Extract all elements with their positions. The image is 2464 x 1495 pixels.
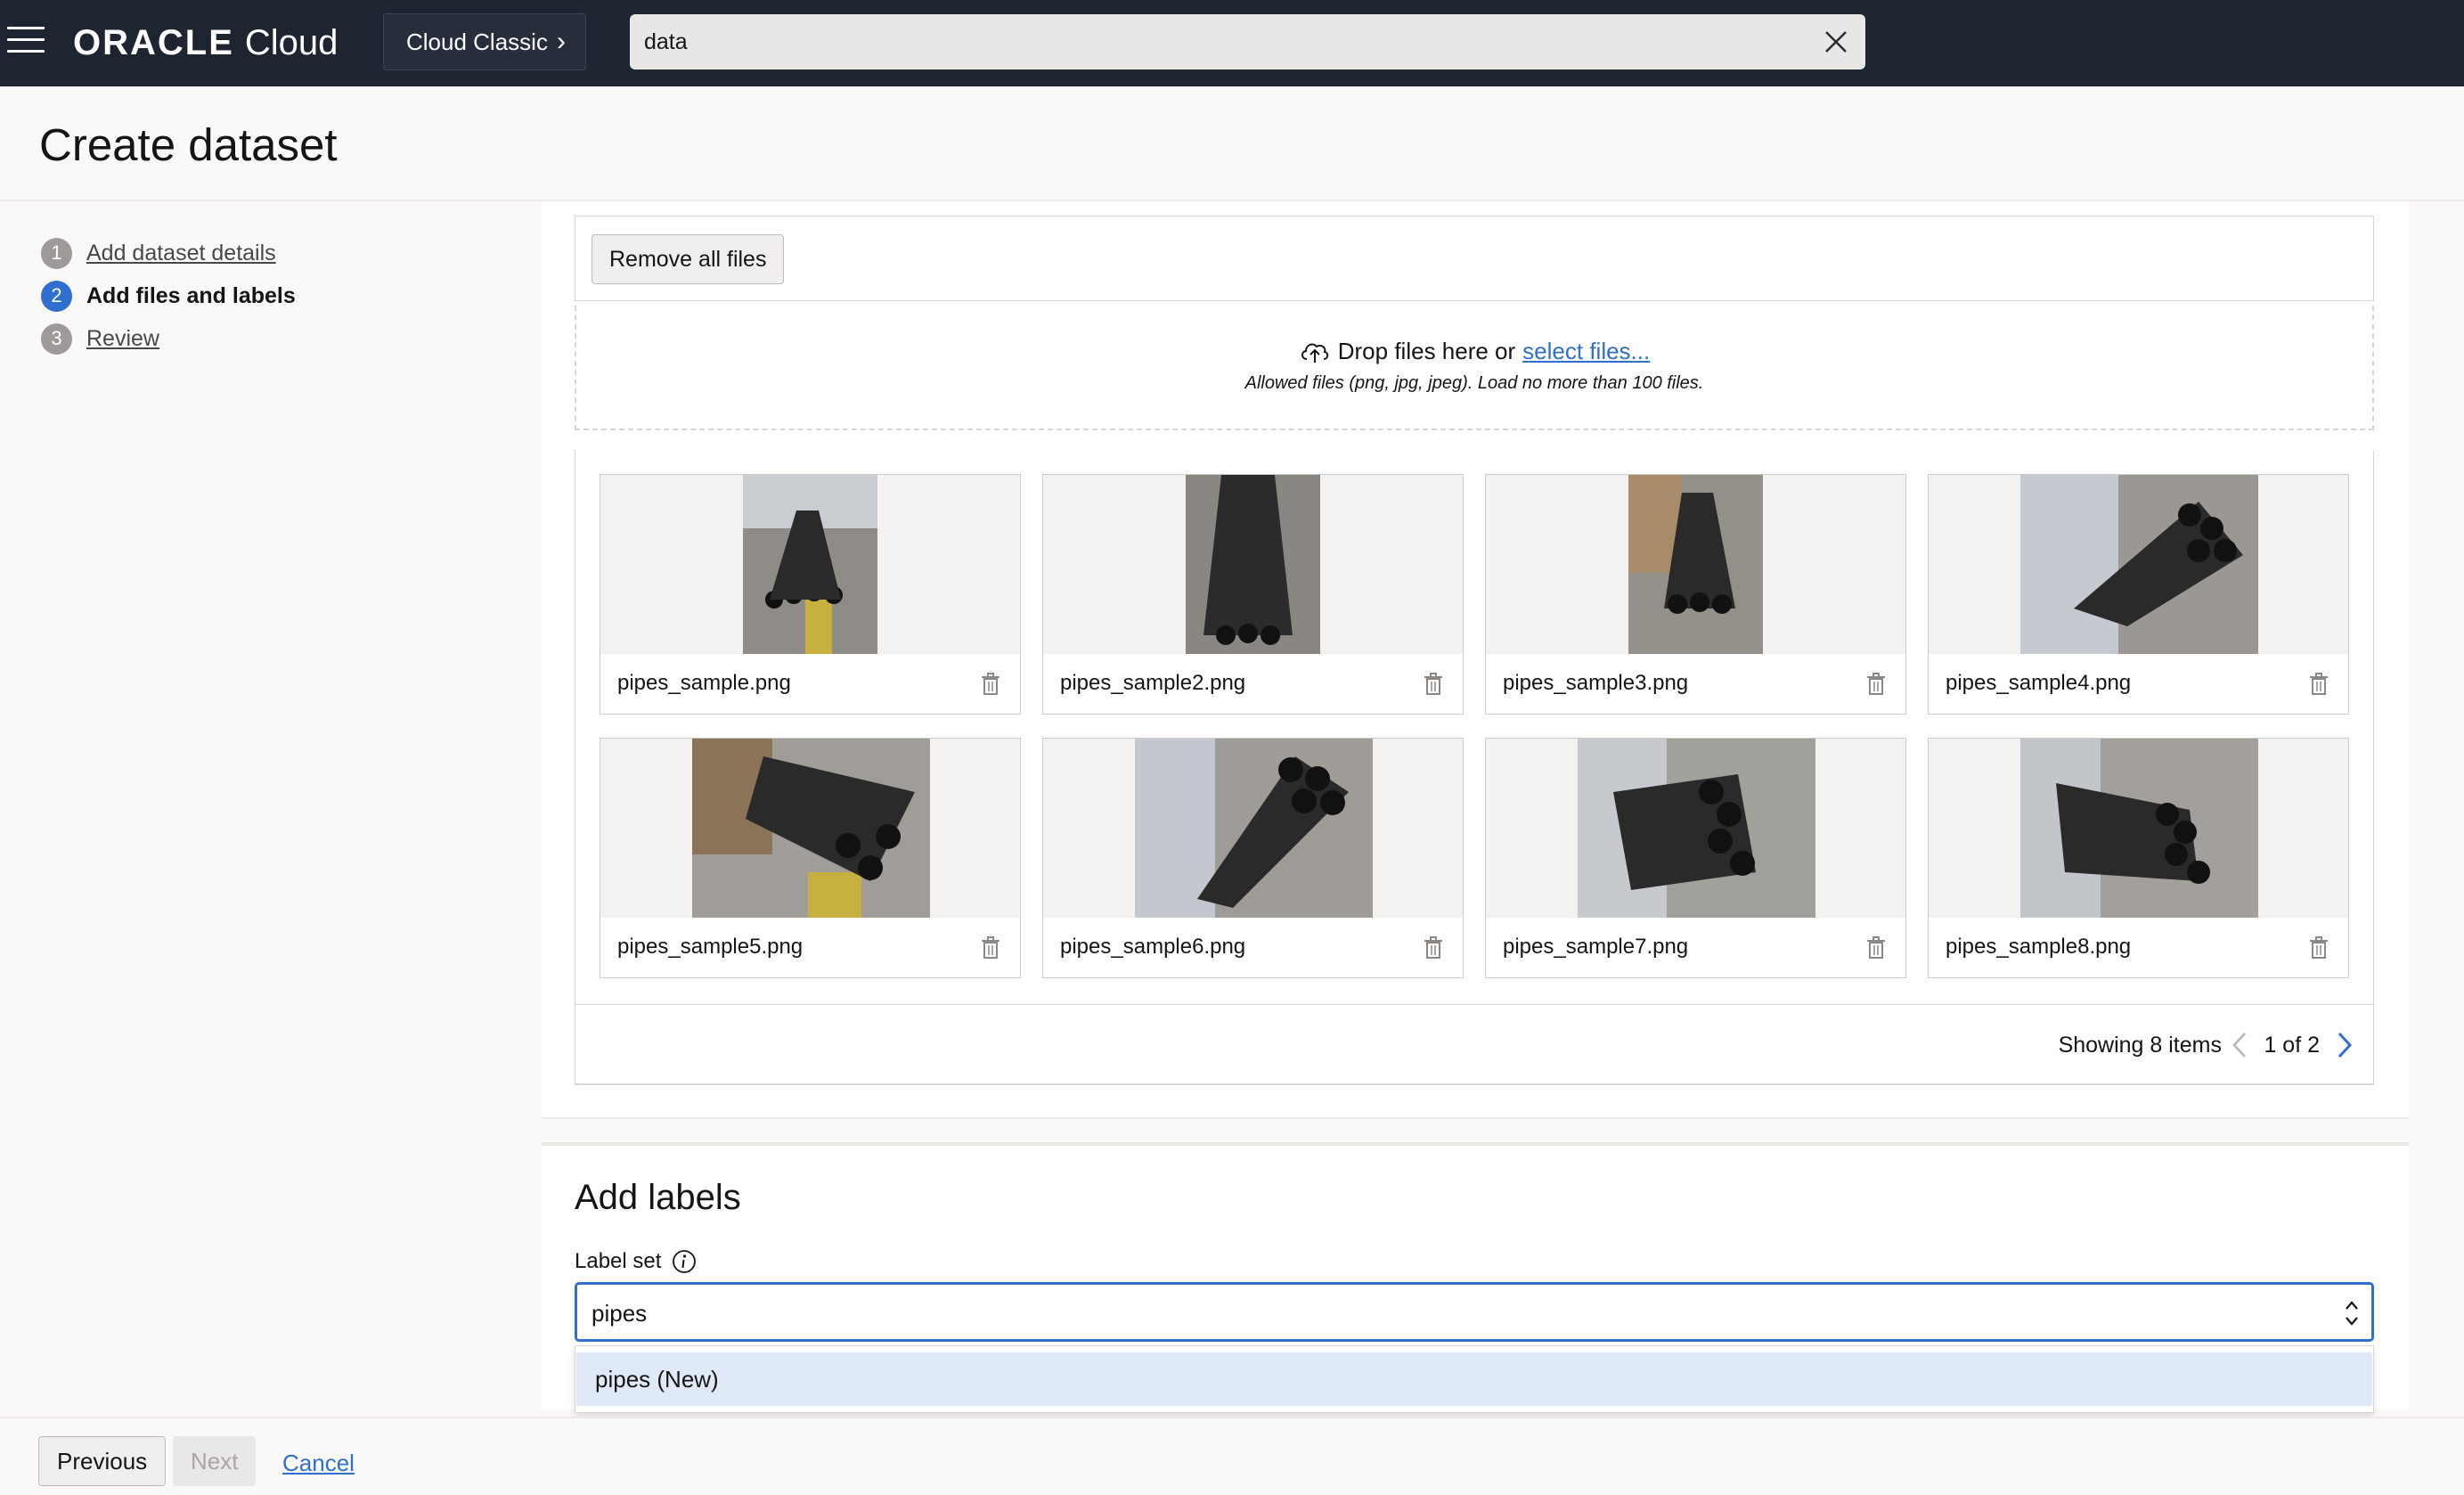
next-button[interactable]: Next (173, 1436, 257, 1486)
dropzone-text: Drop files here or select files... (576, 338, 2372, 365)
thumbnail-area (1043, 739, 1463, 918)
search-box (630, 14, 1865, 69)
pipes-thumbnail (1135, 739, 1373, 918)
pipes-thumbnail (1578, 739, 1815, 918)
pipes-thumbnail (1186, 475, 1320, 654)
file-tile[interactable]: pipes_sample5.png (600, 738, 1021, 978)
previous-button[interactable]: Previous (38, 1436, 167, 1486)
step-number: 3 (41, 323, 72, 355)
thumbnail-area (1486, 475, 1905, 654)
pipes-thumbnail (1628, 475, 1763, 654)
trash-icon[interactable] (2309, 673, 2329, 696)
step-number: 2 (41, 280, 72, 312)
pipes-thumbnail (2020, 739, 2258, 918)
pipes-thumbnail (692, 739, 930, 918)
file-name: pipes_sample5.png (617, 935, 804, 959)
step-review[interactable]: 3 Review (41, 317, 296, 360)
page-header: Create dataset (0, 86, 2464, 201)
search-input[interactable] (644, 21, 1802, 62)
thumbnail-area (1929, 475, 2348, 654)
thumbnail-area (1043, 475, 1463, 654)
allowed-files-text: Allowed files (png, jpg, jpeg). Load no … (1244, 373, 1704, 393)
file-dropzone[interactable]: Drop files here or select files... Allow… (575, 306, 2374, 430)
file-tile[interactable]: pipes_sample6.png (1042, 738, 1464, 978)
file-name: pipes_sample.png (617, 671, 791, 695)
top-bar: ORACLE Cloud Cloud Classic › (0, 0, 2464, 86)
cloud-upload-icon (1301, 343, 1328, 363)
chevron-right-icon[interactable] (2336, 1030, 2354, 1060)
file-name: pipes_sample6.png (1060, 935, 1246, 959)
cloud-classic-button[interactable]: Cloud Classic › (383, 13, 586, 70)
file-tile[interactable]: pipes_sample2.png (1042, 474, 1464, 715)
pipes-thumbnail (743, 475, 877, 654)
cloud-classic-label: Cloud Classic (406, 28, 548, 55)
file-tile[interactable]: pipes_sample.png (600, 474, 1021, 715)
step-add-files-and-labels: 2 Add files and labels (41, 274, 296, 317)
file-tile[interactable]: pipes_sample7.png (1485, 738, 1906, 978)
clear-search-icon[interactable] (1821, 27, 1851, 57)
hamburger-menu-icon[interactable] (7, 27, 45, 57)
trash-icon[interactable] (1866, 936, 1886, 960)
remove-all-files-button[interactable]: Remove all files (592, 234, 785, 284)
label-set-combobox (575, 1282, 2374, 1342)
step-label[interactable]: Add dataset details (86, 241, 276, 266)
file-name: pipes_sample8.png (1946, 935, 2132, 959)
trash-icon[interactable] (1424, 673, 1443, 696)
trash-icon[interactable] (1424, 936, 1443, 960)
wizard-footer: Previous Next Cancel (0, 1417, 2464, 1495)
files-toolbar: Remove all files (575, 216, 2374, 301)
cancel-link[interactable]: Cancel (282, 1450, 355, 1477)
trash-icon[interactable] (981, 673, 1000, 696)
thumbnail-area (600, 475, 1020, 654)
file-tile[interactable]: pipes_sample3.png (1485, 474, 1906, 715)
trash-icon[interactable] (1866, 673, 1886, 696)
thumbnail-area (1929, 739, 2348, 918)
file-name: pipes_sample4.png (1946, 671, 2132, 695)
drop-files-text: Drop files here or (1337, 338, 1516, 364)
chevron-right-icon: › (556, 27, 566, 56)
step-number: 1 (41, 237, 72, 269)
page-indicator: 1 of 2 (2264, 1033, 2320, 1058)
file-name: pipes_sample2.png (1060, 671, 1246, 695)
trash-icon[interactable] (2309, 936, 2329, 960)
page-title: Create dataset (39, 119, 338, 170)
label-set-input[interactable] (592, 1295, 2284, 1331)
info-icon[interactable] (672, 1249, 697, 1274)
wizard-steps: 1 Add dataset details 2 Add files and la… (41, 232, 296, 360)
step-add-dataset-details[interactable]: 1 Add dataset details (41, 232, 296, 274)
trash-icon[interactable] (981, 936, 1000, 960)
showing-items-text: Showing 8 items (2058, 1033, 2222, 1058)
select-files-link[interactable]: select files... (1522, 338, 1650, 365)
label-set-dropdown: pipes (New) (575, 1345, 2374, 1413)
label-set-text: Label set (575, 1249, 662, 1273)
oracle-cloud-logo[interactable]: ORACLE Cloud (73, 20, 338, 66)
brand-oracle: ORACLE (73, 22, 234, 62)
step-label[interactable]: Review (86, 326, 159, 352)
updown-chevron-icon[interactable] (2343, 1297, 2361, 1329)
dropdown-option[interactable]: pipes (New) (576, 1352, 2372, 1406)
label-set-label: Label set (575, 1249, 697, 1274)
brand-cloud: Cloud (244, 22, 339, 62)
file-name: pipes_sample7.png (1503, 935, 1689, 959)
pagination: Showing 8 items 1 of 2 (575, 1004, 2374, 1084)
thumbnail-area (600, 739, 1020, 918)
thumbnail-area (1486, 739, 1905, 918)
file-tile[interactable]: pipes_sample8.png (1928, 738, 2349, 978)
step-label: Add files and labels (86, 282, 296, 308)
add-labels-heading: Add labels (575, 1178, 741, 1217)
file-grid: pipes_sample.png pipes_sample2.png pipes… (575, 451, 2374, 1085)
file-name: pipes_sample3.png (1503, 671, 1689, 695)
chevron-left-icon[interactable] (2231, 1030, 2248, 1060)
file-tile[interactable]: pipes_sample4.png (1928, 474, 2349, 715)
pipes-thumbnail (2020, 475, 2258, 654)
